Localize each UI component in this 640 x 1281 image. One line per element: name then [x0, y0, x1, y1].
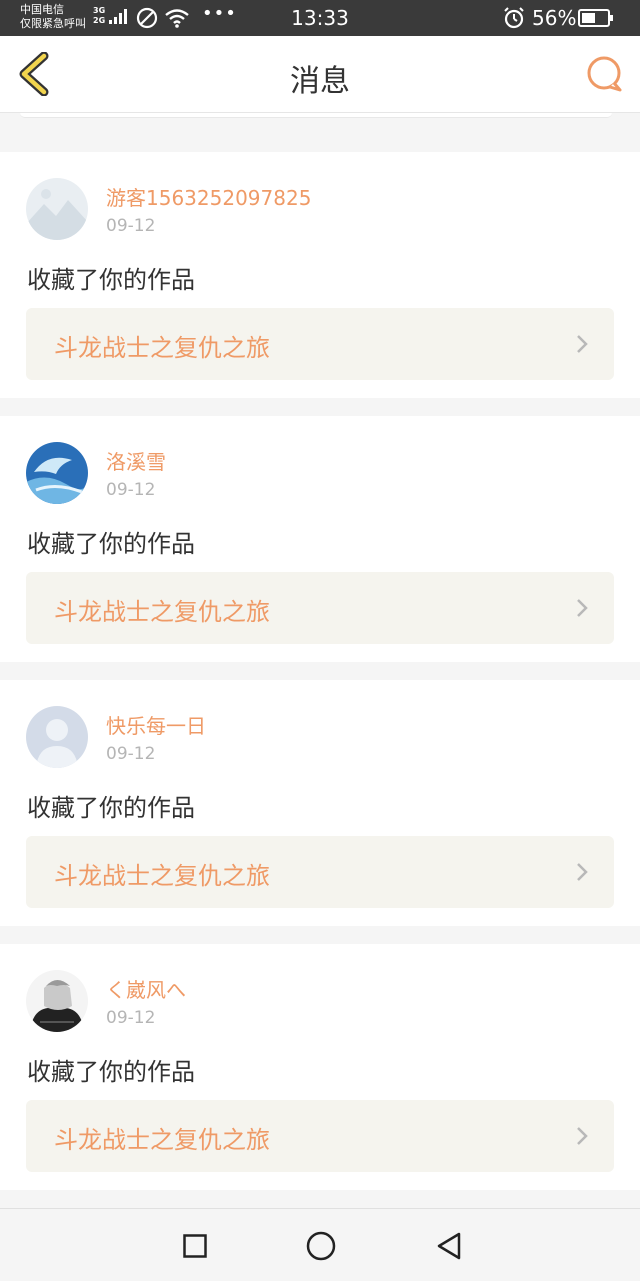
- avatar[interactable]: [26, 178, 88, 240]
- username[interactable]: 洛溪雪: [106, 446, 166, 475]
- avatar[interactable]: [26, 706, 88, 768]
- message-date: 09-12: [106, 480, 156, 500]
- avatar[interactable]: [26, 970, 88, 1032]
- square-icon[interactable]: [183, 1234, 207, 1258]
- triangle-back-icon[interactable]: [435, 1231, 463, 1261]
- battery-percent: 56%: [532, 6, 577, 30]
- chevron-right-icon: [577, 863, 588, 881]
- work-link[interactable]: 斗龙战士之复仇之旅: [26, 572, 614, 644]
- username[interactable]: 快乐每一日: [106, 710, 206, 739]
- avatar-anime-character-icon: [26, 970, 88, 1032]
- username[interactable]: く崴风へ: [106, 974, 186, 1003]
- system-nav-bar: [0, 1208, 640, 1281]
- avatar-mountain-placeholder-icon: [26, 178, 88, 240]
- message-action: 收藏了你的作品: [27, 794, 195, 822]
- page-title: 消息: [290, 64, 350, 99]
- avatar-blue-dolphin-icon: [26, 442, 88, 504]
- work-title: 斗龙战士之复仇之旅: [54, 862, 270, 890]
- chevron-right-icon: [577, 335, 588, 353]
- previous-card-edge: [20, 113, 612, 118]
- app-header: 消息: [0, 36, 640, 113]
- message-action: 收藏了你的作品: [27, 530, 195, 558]
- chevron-right-icon: [577, 1127, 588, 1145]
- battery-icon: [578, 9, 613, 27]
- message-date: 09-12: [106, 744, 156, 764]
- message-action: 收藏了你的作品: [27, 266, 195, 294]
- message-card: 游客1563252097825 09-12 收藏了你的作品 斗龙战士之复仇之旅: [0, 152, 640, 398]
- chevron-right-icon: [577, 599, 588, 617]
- message-card: 快乐每一日 09-12 收藏了你的作品 斗龙战士之复仇之旅: [0, 680, 640, 926]
- avatar-default-person-icon: [26, 706, 88, 768]
- work-title: 斗龙战士之复仇之旅: [54, 334, 270, 362]
- message-card: 洛溪雪 09-12 收藏了你的作品 斗龙战士之复仇之旅: [0, 416, 640, 662]
- message-date: 09-12: [106, 1008, 156, 1028]
- work-title: 斗龙战士之复仇之旅: [54, 598, 270, 626]
- message-card: く崴风へ 09-12 收藏了你的作品 斗龙战士之复仇之旅: [0, 944, 640, 1190]
- work-link[interactable]: 斗龙战士之复仇之旅: [26, 836, 614, 908]
- status-bar: 中国电信 仅限紧急呼叫 3G 2G ••• 13:33 56%: [0, 0, 640, 36]
- circle-icon[interactable]: [306, 1231, 336, 1261]
- message-date: 09-12: [106, 216, 156, 236]
- chat-bubble-icon[interactable]: [584, 54, 624, 94]
- avatar[interactable]: [26, 442, 88, 504]
- work-title: 斗龙战士之复仇之旅: [54, 1126, 270, 1154]
- work-link[interactable]: 斗龙战士之复仇之旅: [26, 1100, 614, 1172]
- alarm-icon: [504, 7, 524, 29]
- message-action: 收藏了你的作品: [27, 1058, 195, 1086]
- username[interactable]: 游客1563252097825: [106, 182, 311, 211]
- work-link[interactable]: 斗龙战士之复仇之旅: [26, 308, 614, 380]
